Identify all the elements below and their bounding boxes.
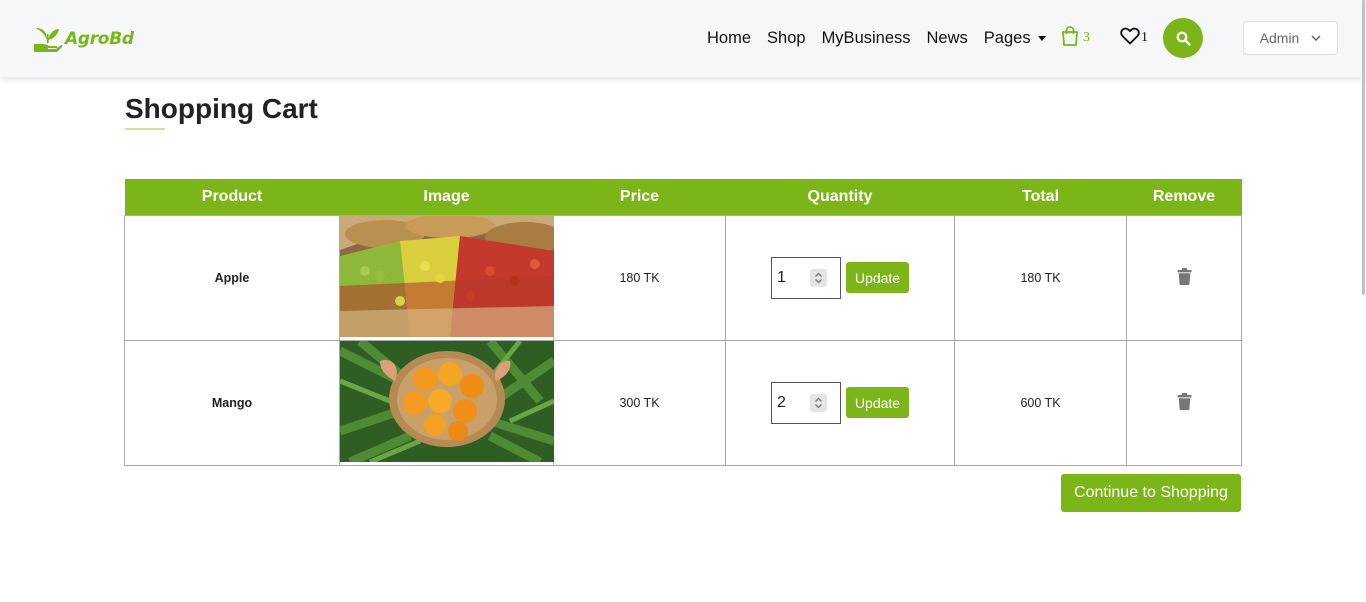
heart-icon [1120, 27, 1140, 45]
page-title: Shopping Cart [125, 93, 318, 124]
admin-label: Admin [1259, 30, 1300, 46]
update-button[interactable]: Update [846, 262, 909, 293]
product-image-cell [339, 213, 565, 341]
nav-pages-label: Pages [983, 29, 1031, 47]
quantity-stepper[interactable] [810, 393, 827, 412]
scroll-thumb[interactable] [1362, 0, 1365, 295]
row-total: 600 TK [954, 339, 1127, 466]
brand-name: AgroBd [65, 29, 134, 49]
nav-news[interactable]: News [927, 28, 968, 48]
quantity-input[interactable]: 2 [771, 381, 841, 424]
cart-count-badge: 3 [1083, 30, 1090, 45]
admin-dropdown[interactable]: Admin [1243, 21, 1338, 55]
row-total: 180 TK [954, 214, 1127, 341]
leaf-hand-logo-icon [34, 28, 63, 52]
update-button[interactable]: Update [846, 387, 909, 418]
header-image: Image [339, 179, 554, 215]
stepper-arrows-icon [815, 272, 822, 283]
cart-link[interactable]: 3 [1061, 26, 1090, 46]
trash-icon[interactable] [1177, 392, 1192, 413]
table-row: Mango 300 TK 2 Update 600 TK [124, 337, 1242, 466]
nav-pages-dropdown[interactable]: Pages [984, 28, 1046, 48]
nav-mybusiness[interactable]: MyBusiness [822, 28, 911, 48]
nav-shop[interactable]: Shop [767, 28, 806, 48]
quantity-cell: 2 Update [725, 339, 955, 466]
cart-table: Product Image Price Quantity Total Remov… [124, 179, 1242, 466]
chevron-down-icon [1311, 35, 1321, 41]
brand-logo[interactable]: AgroBd [33, 24, 134, 54]
product-image-cell [337, 337, 557, 466]
quantity-value: 2 [777, 393, 786, 411]
wishlist-count-badge: 1 [1141, 30, 1148, 45]
table-row: Apple 180 TK 1 Update 180 TK [124, 213, 1242, 341]
header-remove: Remove [1126, 179, 1242, 215]
nav-home[interactable]: Home [707, 28, 751, 48]
quantity-value: 1 [777, 268, 786, 286]
remove-cell [1126, 339, 1242, 466]
shopping-bag-icon [1062, 26, 1078, 46]
stepper-arrows-icon [815, 397, 822, 408]
header-price: Price [553, 179, 726, 215]
header-quantity: Quantity [725, 179, 955, 215]
title-underline [125, 128, 165, 130]
product-price: 300 TK [553, 339, 726, 466]
caret-down-icon [1037, 35, 1046, 41]
header-total: Total [954, 179, 1127, 215]
navbar: AgroBd Home Shop MyBusiness News Pages 3… [0, 0, 1366, 77]
remove-cell [1126, 214, 1242, 341]
table-header-row: Product Image Price Quantity Total Remov… [124, 179, 1242, 215]
search-button[interactable] [1163, 18, 1203, 58]
product-price: 180 TK [553, 214, 726, 341]
header-product: Product [124, 179, 340, 215]
apple-market-image [340, 213, 565, 337]
mango-basket-image [337, 337, 557, 466]
quantity-input[interactable]: 1 [771, 256, 841, 299]
trash-icon[interactable] [1177, 267, 1192, 288]
product-name: Apple [124, 214, 340, 341]
quantity-stepper[interactable] [810, 268, 827, 287]
search-icon [1176, 31, 1191, 46]
main-nav: Home Shop MyBusiness News Pages [707, 28, 1062, 48]
page-scrollbar[interactable] [1361, 0, 1366, 602]
continue-shopping-button[interactable]: Continue to Shopping [1061, 474, 1241, 512]
wishlist-link[interactable]: 1 [1120, 27, 1148, 45]
product-name: Mango [124, 339, 340, 466]
quantity-cell: 1 Update [725, 214, 955, 341]
